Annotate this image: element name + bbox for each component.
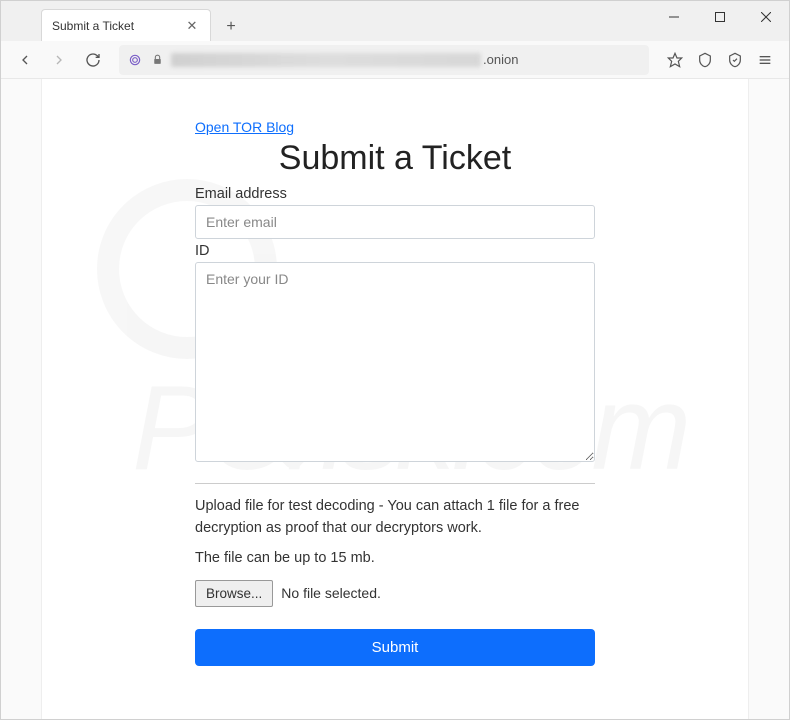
onion-site-icon: [127, 52, 143, 68]
tabs-area: Submit a Ticket ✕ +: [1, 1, 651, 41]
email-label: Email address: [195, 186, 595, 202]
browser-toolbar: .onion: [1, 41, 789, 79]
new-tab-button[interactable]: +: [217, 13, 245, 41]
window-controls: [651, 1, 789, 33]
address-suffix: .onion: [483, 52, 518, 67]
tab-title: Submit a Ticket: [52, 19, 184, 33]
title-bar: Submit a Ticket ✕ +: [1, 1, 789, 41]
shield-button[interactable]: [691, 46, 719, 74]
address-bar[interactable]: .onion: [119, 45, 649, 75]
bookmark-button[interactable]: [661, 46, 689, 74]
forward-button[interactable]: [45, 46, 73, 74]
lock-icon: [149, 52, 165, 68]
file-input-row: Browse... No file selected.: [195, 580, 595, 607]
divider: [195, 483, 595, 484]
ticket-form: Open TOR Blog Submit a Ticket Email addr…: [195, 119, 595, 666]
close-tab-icon[interactable]: ✕: [184, 18, 200, 34]
page-title: Submit a Ticket: [195, 139, 595, 178]
menu-button[interactable]: [751, 46, 779, 74]
security-level-button[interactable]: [721, 46, 749, 74]
file-status: No file selected.: [281, 585, 381, 601]
email-input[interactable]: [195, 205, 595, 239]
page: PCrisk.com Open TOR Blog Submit a Ticket…: [41, 79, 749, 719]
reload-button[interactable]: [79, 46, 107, 74]
file-size-note: The file can be up to 15 mb.: [195, 550, 595, 566]
open-tor-blog-link[interactable]: Open TOR Blog: [195, 119, 294, 135]
minimize-button[interactable]: [651, 1, 697, 33]
submit-button[interactable]: Submit: [195, 629, 595, 666]
maximize-button[interactable]: [697, 1, 743, 33]
id-textarea[interactable]: [195, 262, 595, 462]
address-url-obscured: [171, 53, 481, 67]
back-button[interactable]: [11, 46, 39, 74]
toolbar-right: [661, 46, 779, 74]
browser-window: Submit a Ticket ✕ +: [0, 0, 790, 720]
id-label: ID: [195, 243, 595, 259]
browse-button[interactable]: Browse...: [195, 580, 273, 607]
browser-tab[interactable]: Submit a Ticket ✕: [41, 9, 211, 41]
upload-instructions: Upload file for test decoding - You can …: [195, 496, 595, 540]
close-window-button[interactable]: [743, 1, 789, 33]
content-area: PCrisk.com Open TOR Blog Submit a Ticket…: [1, 79, 789, 719]
